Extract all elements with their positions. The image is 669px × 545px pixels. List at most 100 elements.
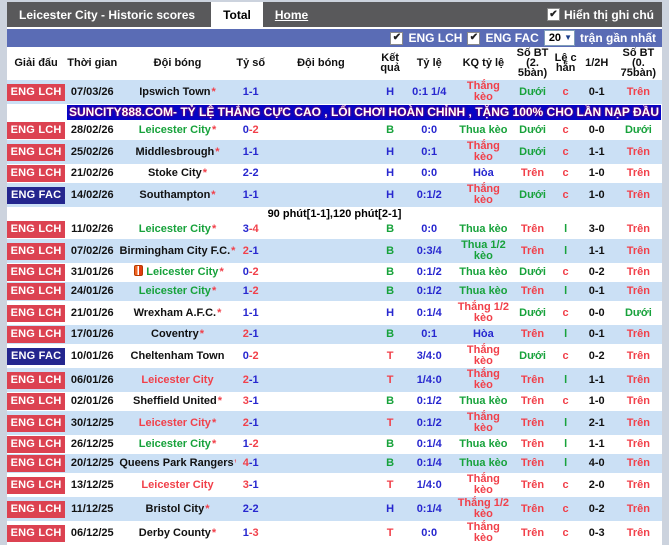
away-team[interactable] [265, 411, 377, 435]
league-badge: ENG LCH [7, 143, 66, 161]
even-odd: c [562, 395, 569, 407]
away-team[interactable] [265, 80, 377, 104]
away-team[interactable] [266, 220, 376, 239]
home-team[interactable]: Leicester City* [119, 263, 235, 282]
home-indicator-star: * [211, 85, 216, 98]
away-team[interactable] [266, 344, 376, 368]
away-team[interactable] [266, 301, 376, 325]
home-team[interactable]: Leicester City* [119, 435, 235, 454]
away-team[interactable] [265, 239, 377, 263]
home-team[interactable]: Leicester City* [119, 121, 235, 140]
over-under-0-75: Dưới [624, 306, 652, 319]
over-under-0-75: Trên [626, 349, 650, 362]
over-under-0-75: Trên [614, 368, 662, 392]
filter-bar: ✔ ENG LCH ✔ ENG FAC 20 ▼ trận gần nhất [7, 29, 662, 47]
even-odd: l [552, 411, 579, 435]
home-team[interactable]: Stoke City* [119, 164, 235, 183]
away-team[interactable] [266, 435, 376, 454]
away-team[interactable] [266, 263, 376, 282]
eng-lch-checkbox[interactable]: ✔ [390, 31, 404, 45]
home-team[interactable]: Leicester City* [119, 282, 236, 301]
away-team[interactable] [266, 392, 376, 411]
table-row: ENG LCH 28/02/26 Leicester City* 0-2 B 0… [7, 121, 662, 140]
away-team[interactable] [266, 121, 376, 140]
match-count-select[interactable]: 20 ▼ [543, 30, 575, 46]
away-team[interactable] [265, 140, 377, 164]
chevron-down-icon: ▼ [564, 33, 572, 42]
table-row: ENG LCH 06/12/25 Derby County* 1-3 T 0:0… [7, 521, 662, 545]
handicap-odds: 0:1/4 [404, 454, 455, 473]
half-time-score: 1-1 [578, 239, 615, 263]
away-team[interactable] [266, 521, 376, 545]
odds-result: Thua kèo [459, 124, 508, 136]
half-time-score: 0-2 [588, 349, 605, 362]
league-badge: ENG LCH [7, 414, 66, 432]
home-team[interactable]: Wrexham A.F.C.* [119, 301, 235, 325]
home-team[interactable]: Sheffield United* [119, 392, 235, 411]
team-name: Leicester City [138, 124, 211, 136]
table-row: ENG LCH 11/02/26 Leicester City* 3-4 B 0… [7, 220, 662, 239]
home-team[interactable]: Leicester City [119, 473, 235, 497]
away-goals: -1 [248, 457, 259, 469]
even-odd: l [564, 223, 568, 235]
home-team[interactable]: Derby County* [119, 521, 235, 545]
result-letter: T [376, 411, 405, 435]
even-odd: c [562, 124, 569, 136]
team-name: Sheffield United [132, 395, 217, 407]
handicap-odds: 0:1/2 [404, 411, 455, 435]
result-letter: B [376, 239, 405, 263]
score: 1-1 [236, 301, 266, 325]
match-date: 21/02/26 [70, 167, 114, 179]
home-team[interactable]: Bristol City* [119, 497, 236, 521]
home-team[interactable]: Middlesbrough* [119, 140, 236, 164]
promo-banner[interactable]: SUNCITY888.COM- TỶ LỆ THẮNG CỰC CAO , LỐ… [67, 105, 661, 120]
tab-total[interactable]: Total [211, 2, 263, 27]
away-team[interactable] [265, 497, 377, 521]
home-team[interactable]: Queens Park Rangers* [119, 454, 236, 473]
team-name: Ipswich Town [139, 85, 211, 98]
odds-result: Thắng kèo [454, 368, 513, 392]
away-team[interactable] [265, 282, 377, 301]
even-odd: c [562, 478, 569, 491]
match-date: 31/01/26 [70, 266, 114, 278]
away-team[interactable] [265, 368, 377, 392]
score: 0-2 [236, 121, 266, 140]
odds-result: Thắng 1/2 kèo [457, 301, 510, 324]
league-badge: ENG LCH [7, 524, 66, 542]
match-date: 06/12/25 [70, 526, 114, 539]
over-under-2-5: Trên [520, 395, 545, 407]
home-team[interactable]: Birmingham City F.C.* [119, 239, 236, 263]
match-date: 11/02/26 [71, 223, 114, 235]
away-goals: -2 [248, 124, 259, 136]
league-badge: ENG LCH [7, 221, 66, 238]
score: 1-2 [236, 435, 266, 454]
home-team[interactable]: Leicester City [119, 368, 236, 392]
column-header: Kết quả [376, 47, 405, 80]
over-under-2-5: Trên [512, 282, 553, 301]
home-team[interactable]: Leicester City* [119, 411, 236, 435]
eng-fac-checkbox[interactable]: ✔ [467, 31, 481, 45]
home-team[interactable]: Leicester City* [119, 220, 235, 239]
home-team[interactable]: Coventry* [119, 325, 236, 344]
result-letter: T [386, 526, 394, 539]
away-team[interactable] [266, 164, 376, 183]
show-notes-checkbox[interactable]: ✔ [547, 8, 560, 21]
away-team[interactable] [265, 325, 377, 344]
over-under-2-5: Trên [512, 368, 553, 392]
home-team[interactable]: Ipswich Town* [119, 80, 236, 104]
home-team[interactable]: Southampton* [119, 183, 236, 207]
card-icon [134, 265, 144, 276]
away-goals: -3 [248, 526, 259, 539]
away-goals: -1 [248, 244, 259, 257]
away-team[interactable] [265, 183, 377, 207]
even-odd: c [562, 306, 569, 319]
over-under-2-5: Dưới [519, 266, 546, 278]
match-note: 90 phút[1-1],120 phút[2-1] [7, 207, 662, 220]
league-badge: ENG LCH [7, 476, 66, 494]
tab-home[interactable]: Home [263, 2, 320, 27]
away-team[interactable] [266, 473, 376, 497]
match-date: 20/12/25 [65, 454, 120, 473]
home-team[interactable]: Cheltenham Town [119, 344, 235, 368]
away-goals: -4 [248, 223, 259, 235]
away-team[interactable] [265, 454, 377, 473]
